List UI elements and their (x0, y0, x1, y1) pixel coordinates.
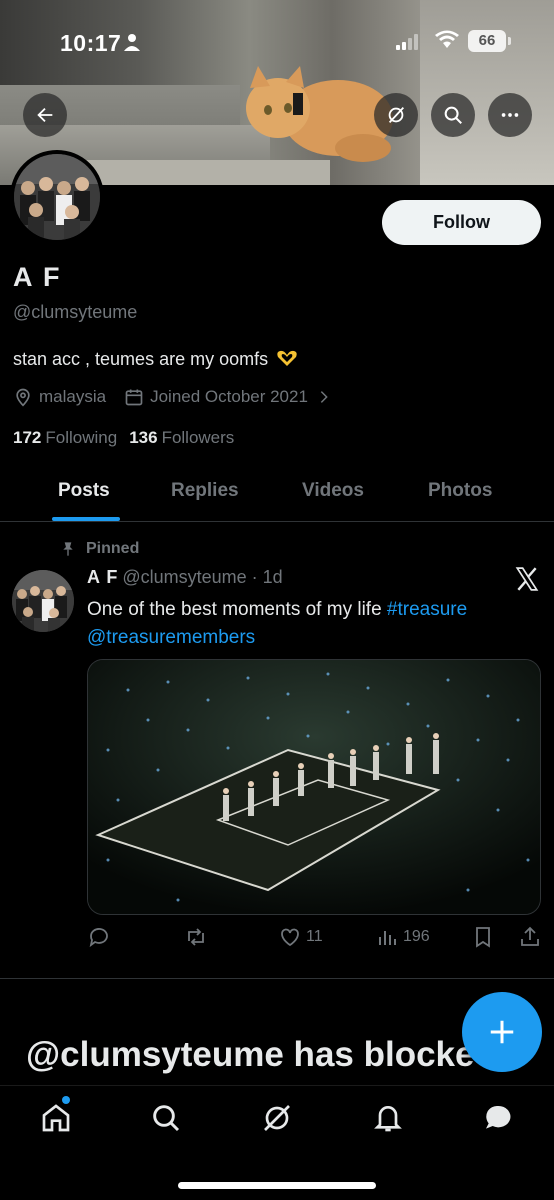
location-text: malaysia (39, 387, 107, 406)
heart-icon (281, 928, 299, 947)
follow-button[interactable]: Follow (382, 200, 541, 245)
tab-replies[interactable]: Replies (171, 480, 239, 502)
wifi-icon (435, 30, 459, 48)
chevron-right-icon (320, 391, 328, 403)
share-icon (521, 926, 539, 946)
search-button[interactable] (431, 93, 475, 137)
views-count: 196 (403, 928, 430, 945)
post-header: A F @clumsyteume · 1d (87, 567, 283, 588)
concert-stage-image (88, 660, 540, 914)
following-label: Following (45, 428, 118, 447)
nav-messages[interactable] (480, 1100, 516, 1136)
person-icon (124, 34, 140, 51)
post-text-body: One of the best moments of my life (87, 599, 387, 620)
plus-icon (490, 1020, 514, 1044)
followers-count: 136 (129, 428, 158, 447)
bookmark-button[interactable] (471, 925, 495, 949)
share-button[interactable] (518, 925, 542, 949)
pinned-label: Pinned (60, 540, 139, 558)
banner-cat-image (246, 66, 393, 162)
follow-counts: 172 Following 136 Followers (13, 428, 234, 448)
reply-button[interactable] (87, 925, 115, 949)
profile-meta: malaysia Joined October 2021 (13, 387, 350, 407)
views-chart-icon (379, 931, 396, 945)
compose-button[interactable] (462, 992, 542, 1072)
following-link[interactable]: 172 Following (13, 428, 117, 447)
profile-avatar[interactable] (10, 150, 104, 244)
status-bar: 10:17 66 (0, 0, 554, 70)
followers-label: Followers (161, 428, 235, 447)
location-pin-icon (16, 388, 30, 407)
blocked-notice: @clumsyteume has blocke (26, 1035, 475, 1074)
nav-notifications[interactable] (370, 1100, 406, 1136)
views-button[interactable]: 196 (375, 925, 430, 949)
post-actions: 11 196 (87, 925, 542, 955)
followers-link[interactable]: 136 Followers (129, 428, 234, 447)
nav-search[interactable] (148, 1100, 184, 1136)
post-author-name[interactable]: A F (87, 567, 118, 587)
repost-button[interactable] (184, 925, 212, 949)
like-button[interactable]: 11 (278, 925, 323, 949)
active-tab-indicator (52, 517, 120, 521)
profile-name: A F (13, 262, 62, 292)
joined-text: Joined October 2021 (150, 387, 308, 406)
pin-icon (63, 542, 73, 556)
home-indicator (178, 1182, 376, 1189)
tab-photos[interactable]: Photos (428, 480, 492, 502)
group-photo-image (14, 154, 100, 240)
profile-bio: stan acc , teumes are my oomfs (13, 348, 299, 370)
more-button[interactable] (488, 93, 532, 137)
pinned-text: Pinned (86, 540, 140, 557)
home-notification-dot (62, 1096, 70, 1104)
mention-link[interactable]: @treasuremembers (87, 627, 255, 648)
tab-posts[interactable]: Posts (58, 480, 110, 502)
post-avatar[interactable] (12, 570, 74, 632)
group-photo-image (12, 570, 74, 632)
more-icon (501, 113, 519, 117)
bottom-navigation (0, 1085, 554, 1200)
post-author-handle[interactable]: @clumsyteume (122, 567, 246, 587)
tab-videos[interactable]: Videos (302, 480, 364, 502)
x-logo-icon (515, 567, 539, 591)
hashtag-link[interactable]: #treasure (387, 599, 467, 620)
post-time: · 1d (251, 567, 283, 587)
bio-text: stan acc , teumes are my oomfs (13, 349, 269, 369)
chat-icon (486, 1105, 511, 1129)
status-time: 10:17 (60, 30, 122, 56)
grok-icon (388, 107, 405, 123)
post-media-image[interactable] (87, 659, 541, 915)
joined-item[interactable]: Joined October 2021 (124, 387, 332, 407)
following-count: 172 (13, 428, 42, 447)
calendar-icon (125, 389, 143, 406)
location-item: malaysia (13, 387, 106, 407)
profile-tabs: Posts Replies Videos Photos (0, 466, 554, 522)
heart-hands-emoji-icon (277, 350, 297, 366)
post-divider (0, 978, 554, 979)
post-text: One of the best moments of my life #trea… (87, 596, 537, 652)
profile-handle: @clumsyteume (13, 302, 138, 322)
home-icon (42, 1104, 70, 1132)
signal-icon (396, 34, 418, 50)
grok-icon (264, 1105, 290, 1131)
nav-home[interactable] (38, 1100, 74, 1136)
nav-grok[interactable] (259, 1100, 295, 1136)
search-icon (444, 106, 462, 124)
repost-icon (188, 928, 204, 946)
back-button[interactable] (23, 93, 67, 137)
battery-indicator: 66 (468, 30, 511, 52)
search-icon (153, 1105, 180, 1132)
bookmark-icon (476, 927, 490, 948)
arrow-left-icon (37, 107, 53, 123)
bell-icon (374, 1106, 402, 1132)
like-count: 11 (306, 928, 323, 945)
reply-icon (89, 928, 108, 948)
grok-button[interactable] (374, 93, 418, 137)
